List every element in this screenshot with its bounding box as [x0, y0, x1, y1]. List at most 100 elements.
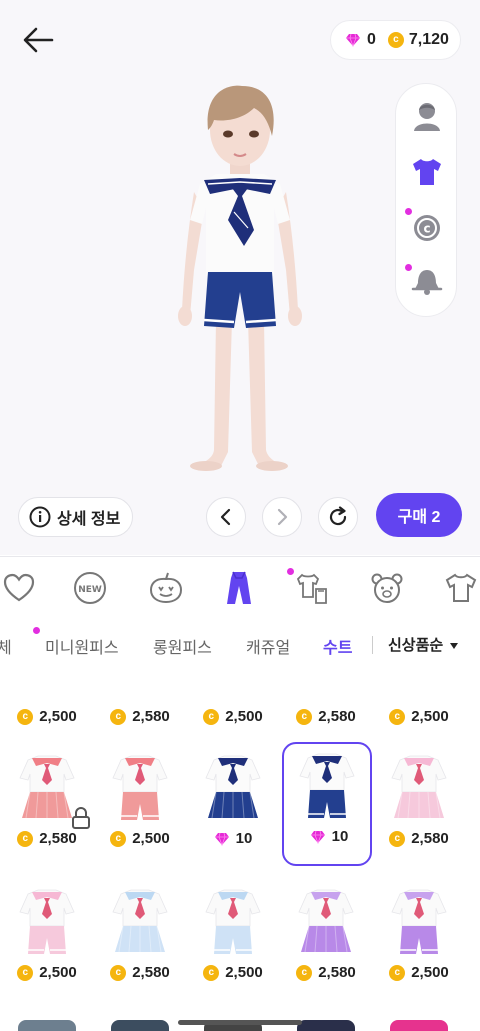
prev-button[interactable] [206, 497, 246, 537]
tab-mini-dress[interactable]: 미니원피스 [45, 634, 119, 658]
reset-button[interactable] [318, 497, 358, 537]
coin-icon: c [110, 830, 127, 847]
item-price-value: 2,580 [132, 964, 170, 981]
tab-suit[interactable]: 수트 [323, 634, 352, 658]
item-price: c 2,580 [283, 708, 369, 725]
chevron-right-icon [277, 508, 288, 526]
item-price: c 2,500 [4, 964, 90, 981]
category-suit[interactable] [216, 565, 262, 611]
buy-button[interactable]: 구매 2 [376, 493, 462, 537]
outfit-thumbnail [384, 668, 454, 702]
outfit-item[interactable]: c 2,500 [376, 668, 462, 742]
sort-label: 신상품순 [388, 637, 444, 654]
gem-icon [310, 830, 325, 844]
coin-icon: c [110, 708, 127, 725]
sidebar-brand-button[interactable]: c [405, 206, 449, 250]
outfit-item[interactable]: c 2,580 [97, 668, 183, 742]
outfit-item[interactable]: c 2,580 [97, 880, 183, 998]
outfit-item[interactable]: c 2,500 [190, 668, 276, 742]
outfit-item[interactable]: c 2,580 [4, 746, 90, 864]
outfit-thumbnail [291, 668, 361, 702]
item-price-value: 2,580 [411, 830, 449, 847]
tab-body[interactable]: 체 [0, 634, 12, 658]
currency-display[interactable]: 0 c 7,120 [330, 20, 461, 60]
back-button[interactable] [18, 22, 58, 58]
coin-icon: c [296, 964, 313, 981]
bell-icon [411, 270, 443, 295]
sidebar-bell-button[interactable] [405, 260, 449, 304]
item-price: c 2,580 [97, 964, 183, 981]
outfit-item-partial[interactable] [297, 1020, 355, 1031]
category-tops[interactable] [438, 565, 480, 611]
outfit-item[interactable]: c 2,500 [4, 668, 90, 742]
category-accessory[interactable] [364, 565, 410, 611]
item-price-value: 2,500 [39, 964, 77, 981]
outfit-item[interactable]: c 2,580 [283, 880, 369, 998]
outfit-thumbnail [198, 668, 268, 702]
item-price: c 2,500 [4, 708, 90, 725]
outfit-item-partial[interactable] [18, 1020, 76, 1031]
outfit-item[interactable]: c 2,580 [376, 746, 462, 864]
subcategory-tabs: 체 미니원피스 롱원피스 캐쥬얼 수트 신상품순 [0, 620, 480, 666]
coin-icon: c [387, 32, 404, 48]
coin-icon: c [389, 708, 406, 725]
item-price-value: 2,580 [39, 830, 77, 847]
tab-casual[interactable]: 캐쥬얼 [246, 634, 290, 658]
sort-dropdown[interactable]: 신상품순 [388, 634, 459, 655]
coin-icon: c [17, 964, 34, 981]
item-price: 10 [190, 830, 276, 847]
item-price: c 2,500 [376, 708, 462, 725]
tab-divider [372, 636, 373, 654]
coin-icon: c [389, 964, 406, 981]
outfit-thumbnail [105, 752, 175, 824]
shirt-icon [413, 159, 441, 185]
coin-icon: c [203, 964, 220, 981]
brand-icon: c [414, 215, 440, 241]
hanger-shirt-icon [296, 573, 327, 604]
tab-long-dress[interactable]: 롱원피스 [153, 634, 212, 658]
category-new[interactable]: NEW [67, 565, 113, 611]
item-price: c 2,500 [97, 830, 183, 847]
outfit-item[interactable]: c 2,500 [376, 880, 462, 998]
outfit-thumbnail [12, 886, 82, 958]
category-halloween[interactable] [143, 565, 189, 611]
info-icon [29, 506, 51, 528]
next-button[interactable] [262, 497, 302, 537]
outfit-item[interactable]: c 2,580 [283, 668, 369, 742]
heart-icon [3, 573, 35, 602]
detail-info-button[interactable]: 상세 정보 [18, 497, 133, 537]
category-wardrobe[interactable] [287, 565, 336, 611]
item-price: c 2,580 [97, 708, 183, 725]
gem-count: 0 [367, 31, 376, 48]
outfit-thumbnail [105, 886, 175, 958]
outfit-thumbnail [12, 668, 82, 702]
item-price: c 2,500 [376, 964, 462, 981]
outfit-thumbnail [105, 668, 175, 702]
category-favorites[interactable] [0, 565, 42, 611]
outfit-item[interactable]: c 2,500 [97, 746, 183, 864]
item-price-value: 2,500 [411, 964, 449, 981]
outfit-item-partial[interactable] [111, 1020, 169, 1031]
outfit-item[interactable]: c 2,500 [190, 880, 276, 998]
outfit-item[interactable]: 10 [190, 746, 276, 864]
item-price: c 2,500 [190, 708, 276, 725]
notification-dot [405, 208, 412, 215]
new-badge-label: NEW [78, 585, 102, 595]
item-price-value: 2,500 [132, 830, 170, 847]
face-icon [414, 103, 440, 131]
coin-icon: c [296, 708, 313, 725]
sidebar-face-button[interactable] [405, 94, 449, 138]
notification-dot [405, 264, 412, 271]
item-price-value: 2,500 [39, 708, 77, 725]
item-price-value: 10 [235, 830, 253, 847]
outfit-item[interactable]: 10 [282, 742, 372, 866]
outfit-item-partial[interactable] [390, 1020, 448, 1031]
tshirt-icon [445, 573, 477, 602]
item-price-value: 10 [331, 828, 349, 845]
avatar-figure [170, 80, 310, 475]
back-arrow-icon [23, 27, 54, 53]
notification-dot [33, 627, 40, 634]
sidebar-outfit-button[interactable] [405, 150, 449, 194]
category-bar: NEW [0, 556, 480, 618]
outfit-item[interactable]: c 2,500 [4, 880, 90, 998]
